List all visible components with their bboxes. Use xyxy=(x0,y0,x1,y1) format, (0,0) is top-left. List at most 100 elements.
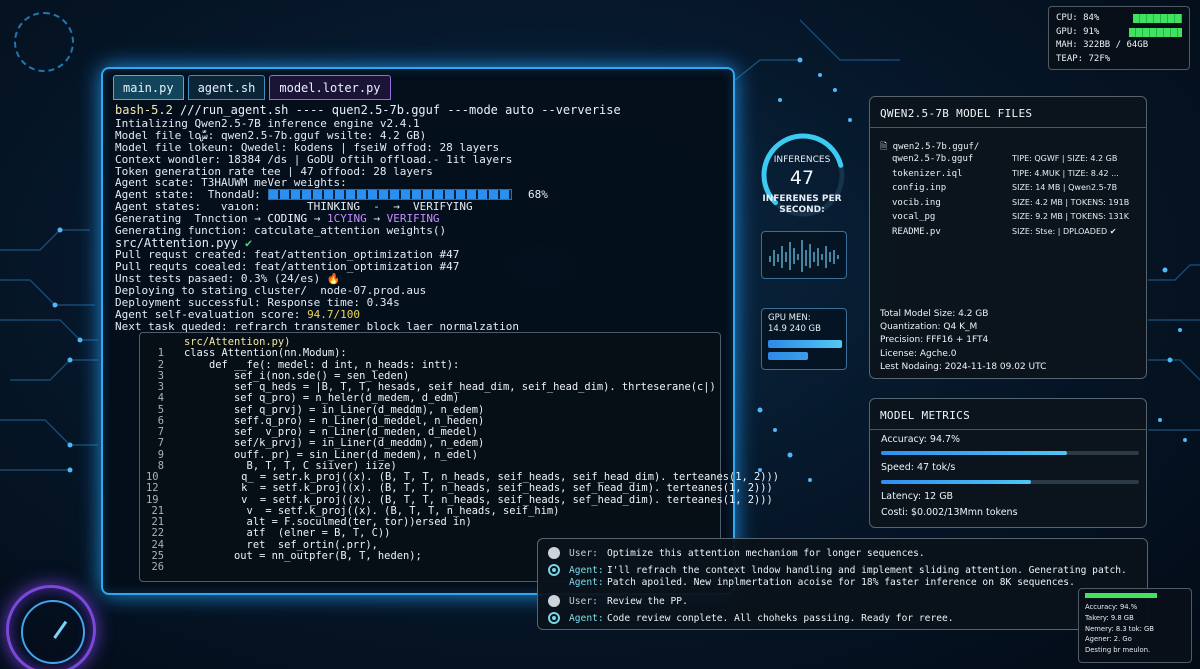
speed-bar xyxy=(881,480,1139,484)
chat-sender: Agent: xyxy=(569,576,604,588)
log-line: Generating function: catculate_attention… xyxy=(115,225,447,237)
log-line: Pull requts coealed: feat/attention_opti… xyxy=(115,261,460,274)
code-line: 1 class Attention(nn.Modum): xyxy=(146,347,716,360)
mah-label: MAH: 322BB / 64GB xyxy=(1056,40,1149,50)
code-line: 7 sef/k_prvj) = in_Liner(d_meddm), n_ede… xyxy=(146,437,716,450)
cost-label: Costi: $0.002/13Mmn tokens xyxy=(881,507,1018,518)
file-row[interactable]: tokenizer.iql TIPE: 4.MUK | TIZE: 8.42 ..… xyxy=(892,169,1119,179)
cpu-label: CPU: 84% xyxy=(1056,13,1100,23)
mini-row: Agener: 2. Go xyxy=(1085,635,1132,644)
command-line[interactable]: bash-5.2 ///run_agent.sh ---- quen2.5-7b… xyxy=(115,103,621,117)
score-label: Agent self-evaluation score: xyxy=(115,308,308,321)
tab-agent-sh[interactable]: agent.sh xyxy=(187,75,266,100)
cpu-row: CPU: 84% xyxy=(1056,12,1182,26)
gpu-row: GPU: 91% xyxy=(1056,26,1182,40)
gpu-mem-label: GPU MEN: xyxy=(768,313,811,323)
score-line: Agent self-evaluation score: 94.7/100 xyxy=(115,309,725,321)
folder-name: qwen2.5-7b.gguf/ xyxy=(892,142,980,152)
progress-percent: 68% xyxy=(528,188,548,201)
chat-sender: User: xyxy=(569,547,598,559)
folder-root[interactable]: 🗎 qwen2.5-7b.gguf/ xyxy=(880,139,979,155)
accuracy-fill xyxy=(881,451,1067,455)
shell-prompt: bash-5.2 xyxy=(115,103,173,117)
chat-message: Agent: I'll refrach the context lndow han… xyxy=(548,564,1127,576)
chat-message: Agent: Code review conplete. All choheks … xyxy=(548,612,954,624)
progress-bar xyxy=(268,189,512,200)
file-row[interactable]: vocib.ing SIZE: 4.2 MB | TOKENS: 191B xyxy=(892,198,1129,208)
tab-main-py[interactable]: main.py xyxy=(113,75,184,100)
progress-row: 68% xyxy=(268,188,548,201)
state-verifing: VERIFING xyxy=(386,213,440,226)
folder-icon: 🗎 xyxy=(880,142,893,152)
state-thinking: THINKING xyxy=(307,201,361,214)
chat-panel: User: Optimize this attention mechaniom f… xyxy=(537,538,1148,630)
tab-model-loter-py[interactable]: model.loter.py xyxy=(269,75,391,100)
code-text: sef q_pro) = n_heler(d_medem, d_edm) xyxy=(184,392,460,405)
code-text: sef/k_prvj) = in_Liner(d_meddm), n_edem) xyxy=(184,437,485,450)
file-row[interactable]: config.inp SIZE: 14 MB | Qwen2.5-7B xyxy=(892,183,1117,193)
info-line: License: Agche.0 xyxy=(880,348,957,359)
agent-avatar-icon xyxy=(548,564,560,576)
inference-sub-line1: INFERENES PER xyxy=(762,194,842,204)
file-name: qwen2.5-7b.gguf xyxy=(892,154,974,164)
waveform-panel xyxy=(761,231,847,279)
system-stats-panel: CPU: 84% GPU: 91% MAH: 322BB / 64GB TEAP… xyxy=(1048,6,1190,70)
log-line: Deploying to stating cluster/ node-07.pr… xyxy=(115,285,427,297)
log-line: Pull requst created: feat/attention_opti… xyxy=(115,249,460,262)
gen-arrow: → xyxy=(307,213,327,226)
state-arrow: - → xyxy=(360,201,414,214)
gpu-mem-bar xyxy=(768,340,842,348)
src-file-line: src/Attention.pyy ✔ xyxy=(115,237,725,250)
gpu-memory-panel: GPU MEN: 14.9 240 GB xyxy=(761,308,847,370)
gen-arrow: → xyxy=(366,213,387,226)
file-row[interactable]: vocal_pg SIZE: 9.2 MB | TOKENS: 131K xyxy=(892,212,1129,222)
cpu-bar xyxy=(1133,14,1182,24)
files-panel-title: QWEN2.5-7B MODEL FILES xyxy=(880,107,1033,120)
log-line: Model file lokeun: Qwedel: kodens | fsei… xyxy=(115,141,500,154)
info-line: Precision: FFF16 + 1FT4 xyxy=(880,335,989,346)
log-line: Context wondler: 18384 /ds | GoDU oftih … xyxy=(115,153,513,166)
teap-label: TEAP: 72F% xyxy=(1056,53,1111,64)
fire-icon: 🔥 xyxy=(326,273,341,286)
file-meta: TIPE: QGWF | SIZE: 4.2 GB xyxy=(1012,154,1118,163)
speed-label: Speed: 47 tok/s xyxy=(881,462,956,473)
chat-text: Review the PP. xyxy=(607,595,688,607)
code-text: k = setf.k_proj((x). (B, T, T, n_heads, … xyxy=(178,482,773,495)
mini-row: Takery: 9.8 GB xyxy=(1085,613,1134,622)
tab-bar: main.py agent.sh model.loter.py xyxy=(113,75,391,100)
line-number: 1 xyxy=(157,347,164,360)
model-info: Total Model Size: 4.2 GB Quantization: Q… xyxy=(880,308,1046,374)
agent-states-line: Agent states: ѵаıon: THINKING - → VERIFY… xyxy=(115,201,725,213)
chat-message: User: Optimize this attention mechaniom f… xyxy=(548,547,925,559)
file-row[interactable]: qwen2.5-7b.gguf TIPE: QGWF | SIZE: 4.2 GB xyxy=(892,154,1117,164)
file-meta: SIZE: 9.2 MB | TOKENS: 131K xyxy=(1012,212,1129,221)
code-text: atf (elner = B, T, C)) xyxy=(184,527,391,540)
line-number: 4 xyxy=(157,392,164,405)
user-avatar-icon xyxy=(548,547,560,559)
line-number: 26 xyxy=(151,561,164,573)
accuracy-bar xyxy=(881,451,1139,455)
state-verifying: VERIFYING xyxy=(413,201,473,214)
chat-text: Optimize this attention mechaniom for lo… xyxy=(607,547,925,559)
user-avatar-icon xyxy=(548,595,560,607)
inference-sub: INFERENES PER SECOND: xyxy=(752,194,852,216)
model-metrics-panel: MODEL METRICS Accuracy: 94.7% Speed: 47 … xyxy=(869,398,1147,528)
file-meta: SIZE: 14 MB | Qwen2.5-7B xyxy=(1012,183,1118,192)
file-meta: TIPE: 4.MUK | TIZE: 8.42 ... xyxy=(1012,168,1119,178)
file-name: config.inp xyxy=(892,183,947,193)
waveform-icon xyxy=(769,240,839,272)
chat-sender: Agent: xyxy=(569,564,604,576)
agent-avatar-icon xyxy=(548,612,560,624)
src-file: src/Attention.pyy xyxy=(115,236,238,250)
gpu-mem-bar-secondary xyxy=(768,352,808,360)
file-meta: SIZE: Stse: | DPLOADED ✔ xyxy=(1012,226,1117,236)
file-name: vocal_pg xyxy=(892,212,936,222)
file-row[interactable]: README.pv SIZE: Stse: | DPLOADED ✔ xyxy=(892,227,1116,237)
log-line: Next task queded: refrarch transtemer bl… xyxy=(115,320,519,333)
latency-label: Latency: 12 GB xyxy=(881,491,954,502)
generating-line: Generating Tnnction → CODING → 1CYING → … xyxy=(115,213,725,225)
states-label: Agent states: ѵаıon: xyxy=(115,201,261,214)
model-files-panel: QWEN2.5-7B MODEL FILES 🗎 qwen2.5-7b.gguf… xyxy=(869,96,1147,379)
code-text: out = nn_outpfer(B, T, heden); xyxy=(184,549,422,562)
mini-row: Accuracy: 94.% xyxy=(1085,603,1138,611)
